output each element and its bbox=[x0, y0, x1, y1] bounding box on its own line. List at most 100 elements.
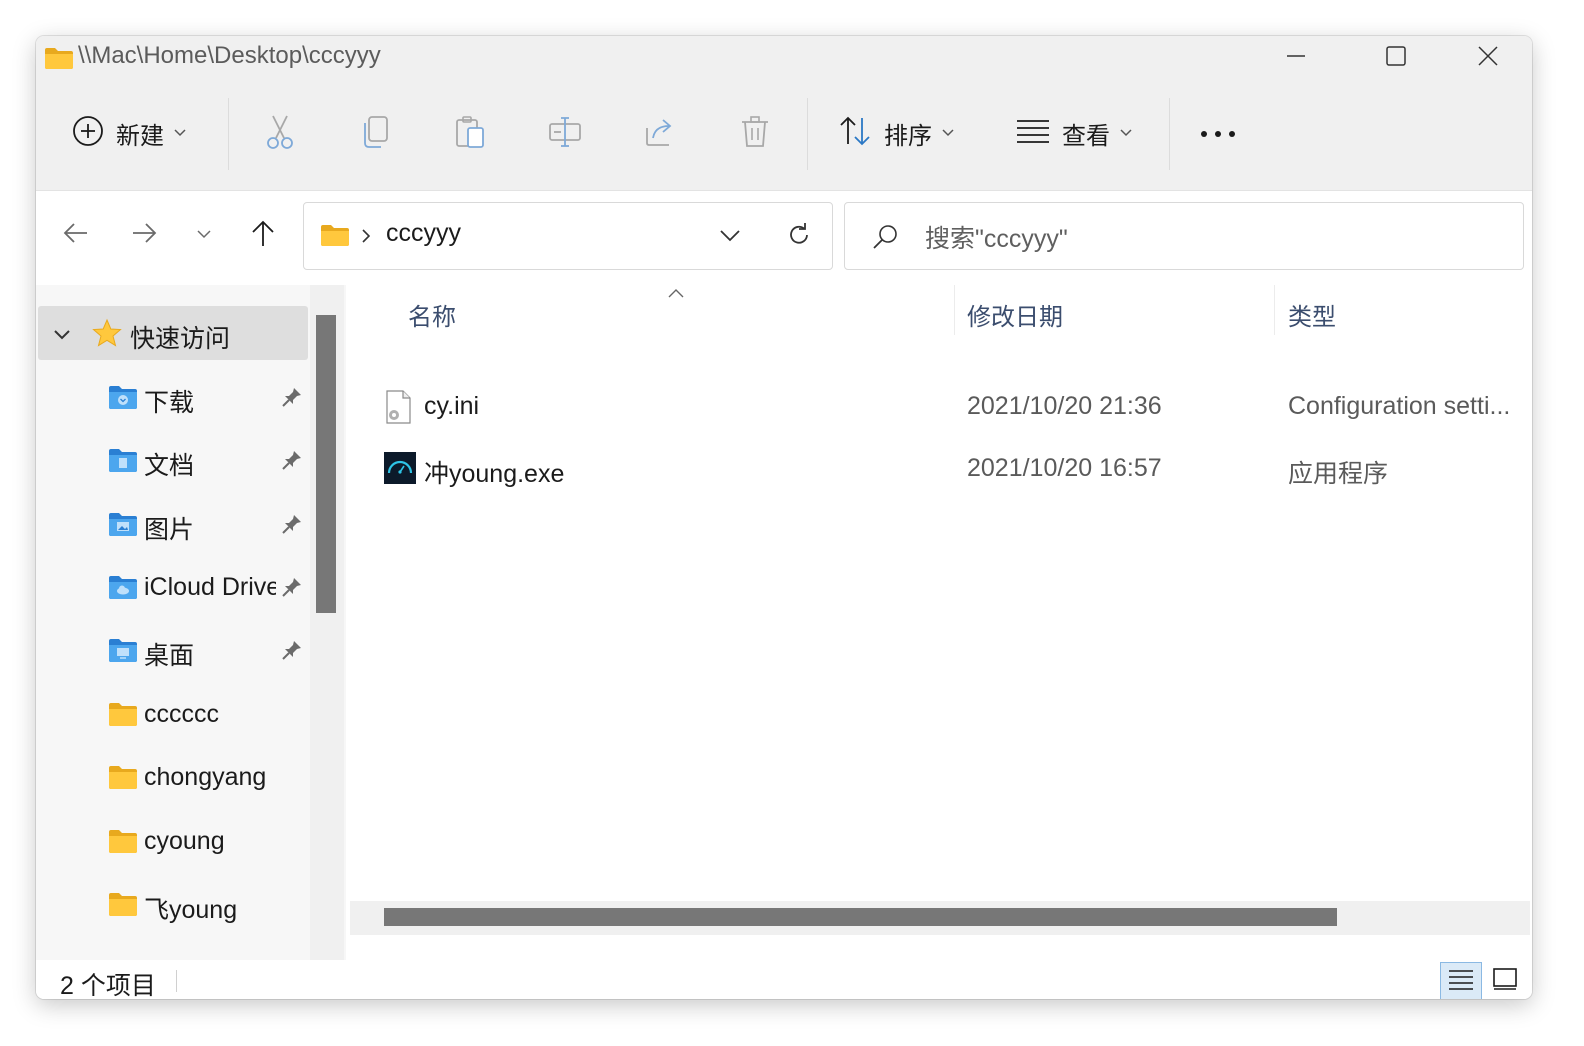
sidebar-item-label: 文档 bbox=[144, 452, 195, 480]
paste-button[interactable] bbox=[446, 110, 494, 158]
folder-icon bbox=[108, 701, 138, 732]
minimize-button[interactable] bbox=[1250, 36, 1342, 80]
back-button[interactable] bbox=[54, 213, 98, 257]
view-list-icon bbox=[1016, 118, 1050, 149]
plus-circle-icon bbox=[72, 115, 104, 152]
column-divider[interactable] bbox=[1274, 285, 1275, 335]
sort-ascending-icon bbox=[668, 285, 684, 303]
status-divider bbox=[176, 970, 177, 992]
pictures-folder-icon bbox=[108, 511, 138, 542]
rename-button[interactable] bbox=[541, 110, 589, 158]
refresh-icon[interactable] bbox=[786, 222, 812, 253]
sort-icon bbox=[838, 115, 872, 152]
file-name: cy.ini bbox=[424, 392, 480, 420]
arrow-up-icon bbox=[251, 219, 275, 252]
delete-button[interactable] bbox=[731, 110, 779, 158]
star-icon bbox=[92, 318, 122, 353]
sidebar-item-cyoung[interactable]: cyoung bbox=[36, 814, 308, 868]
pin-icon bbox=[281, 576, 303, 603]
navigation-bar: cccyyy 搜索"cccyyy" bbox=[36, 191, 1532, 285]
close-button[interactable] bbox=[1442, 36, 1532, 80]
folder-icon bbox=[108, 891, 138, 922]
new-label: 新建 bbox=[116, 122, 164, 150]
large-icons-view-icon bbox=[1492, 967, 1518, 996]
sidebar-item-label: iCloud Drive bbox=[144, 573, 276, 601]
command-bar: 新建 排序 查看 bbox=[36, 80, 1532, 191]
more-button[interactable] bbox=[1194, 110, 1242, 158]
pin-icon bbox=[281, 386, 303, 413]
chevron-down-icon bbox=[942, 124, 954, 142]
column-header-name[interactable]: 名称 bbox=[408, 289, 456, 339]
chevron-down-icon bbox=[174, 124, 186, 142]
pin-icon bbox=[281, 513, 303, 540]
toolbar-divider bbox=[807, 98, 808, 170]
sidebar-item-label: cccccc bbox=[144, 700, 219, 728]
address-dropdown-icon[interactable] bbox=[720, 229, 740, 247]
sidebar-item-downloads[interactable]: 下载 bbox=[36, 370, 308, 424]
up-button[interactable] bbox=[241, 213, 285, 257]
share-icon bbox=[643, 116, 677, 153]
maximize-button[interactable] bbox=[1350, 36, 1442, 80]
file-date: 2021/10/20 21:36 bbox=[967, 392, 1162, 420]
search-box[interactable]: 搜索"cccyyy" bbox=[844, 202, 1524, 270]
content-scrollbar-thumb[interactable] bbox=[384, 908, 1337, 926]
share-button[interactable] bbox=[636, 110, 684, 158]
cut-icon bbox=[264, 114, 296, 155]
search-placeholder: 搜索"cccyyy" bbox=[925, 225, 1068, 253]
chevron-down-icon[interactable] bbox=[54, 327, 70, 345]
file-row[interactable]: cy.ini 2021/10/20 21:36 Configuration se… bbox=[346, 380, 1532, 434]
breadcrumb-current[interactable]: cccyyy bbox=[386, 219, 461, 248]
address-bar[interactable]: cccyyy bbox=[303, 202, 833, 270]
view-label: 查看 bbox=[1062, 122, 1110, 150]
download-folder-icon bbox=[108, 384, 138, 415]
file-explorer-window: \\Mac\Home\Desktop\cccyyy 新建 排序 查看 cccyy… bbox=[36, 36, 1532, 999]
recent-locations-button[interactable] bbox=[182, 213, 226, 257]
sidebar-scrollbar-thumb[interactable] bbox=[316, 315, 336, 613]
cut-button[interactable] bbox=[256, 110, 304, 158]
sidebar-item-icloud-drive[interactable]: iCloud Drive bbox=[36, 560, 308, 614]
copy-button[interactable] bbox=[351, 110, 399, 158]
toolbar-divider bbox=[228, 98, 229, 170]
file-row[interactable]: 冲young.exe 2021/10/20 16:57 应用程序 bbox=[346, 442, 1532, 496]
column-divider[interactable] bbox=[954, 285, 955, 335]
sidebar-item-label: 快速访问 bbox=[130, 325, 231, 353]
icloud-folder-icon bbox=[108, 574, 138, 605]
pin-icon bbox=[281, 639, 303, 666]
content-scrollbar[interactable] bbox=[350, 901, 1530, 935]
documents-folder-icon bbox=[108, 447, 138, 478]
exe-app-icon bbox=[384, 452, 416, 489]
file-date: 2021/10/20 16:57 bbox=[967, 454, 1162, 482]
sidebar-item-desktop[interactable]: 桌面 bbox=[36, 623, 308, 677]
maximize-icon bbox=[1385, 45, 1407, 72]
sidebar-item-label: cyoung bbox=[144, 827, 225, 855]
details-view-button[interactable] bbox=[1440, 962, 1482, 999]
column-header-type[interactable]: 类型 bbox=[1288, 289, 1336, 339]
ini-file-icon bbox=[384, 390, 412, 429]
title-bar: \\Mac\Home\Desktop\cccyyy bbox=[36, 36, 1532, 80]
navigation-pane: 快速访问 下载 文档 图片 iCloud Drive 桌面 cccccc cho… bbox=[36, 285, 346, 960]
minimize-icon bbox=[1286, 46, 1306, 71]
view-button[interactable]: 查看 bbox=[1016, 104, 1132, 162]
sidebar-scrollbar[interactable] bbox=[310, 285, 344, 960]
sidebar-item-chongyang[interactable]: chongyang bbox=[36, 750, 308, 804]
paste-icon bbox=[454, 115, 486, 154]
item-count: 2 个项目 bbox=[60, 972, 156, 999]
forward-button[interactable] bbox=[122, 213, 166, 257]
pin-icon bbox=[281, 449, 303, 476]
sidebar-item-documents[interactable]: 文档 bbox=[36, 433, 308, 487]
desktop-folder-icon bbox=[108, 637, 138, 668]
arrow-right-icon bbox=[131, 222, 157, 249]
chevron-down-icon bbox=[1120, 124, 1132, 142]
sidebar-item-feiyoung[interactable]: 飞young bbox=[36, 877, 308, 931]
large-icons-view-button[interactable] bbox=[1484, 962, 1526, 999]
file-type: Configuration setti... bbox=[1288, 392, 1511, 420]
sidebar-item-quick-access[interactable]: 快速访问 bbox=[38, 306, 308, 360]
sidebar-item-cccccc[interactable]: cccccc bbox=[36, 687, 308, 741]
column-header-date[interactable]: 修改日期 bbox=[967, 289, 1063, 339]
new-button[interactable]: 新建 bbox=[72, 104, 186, 162]
sidebar-item-pictures[interactable]: 图片 bbox=[36, 497, 308, 551]
more-icon bbox=[1200, 125, 1236, 143]
sort-button[interactable]: 排序 bbox=[838, 104, 954, 162]
rename-icon bbox=[548, 115, 582, 154]
file-name: 冲young.exe bbox=[424, 460, 565, 488]
